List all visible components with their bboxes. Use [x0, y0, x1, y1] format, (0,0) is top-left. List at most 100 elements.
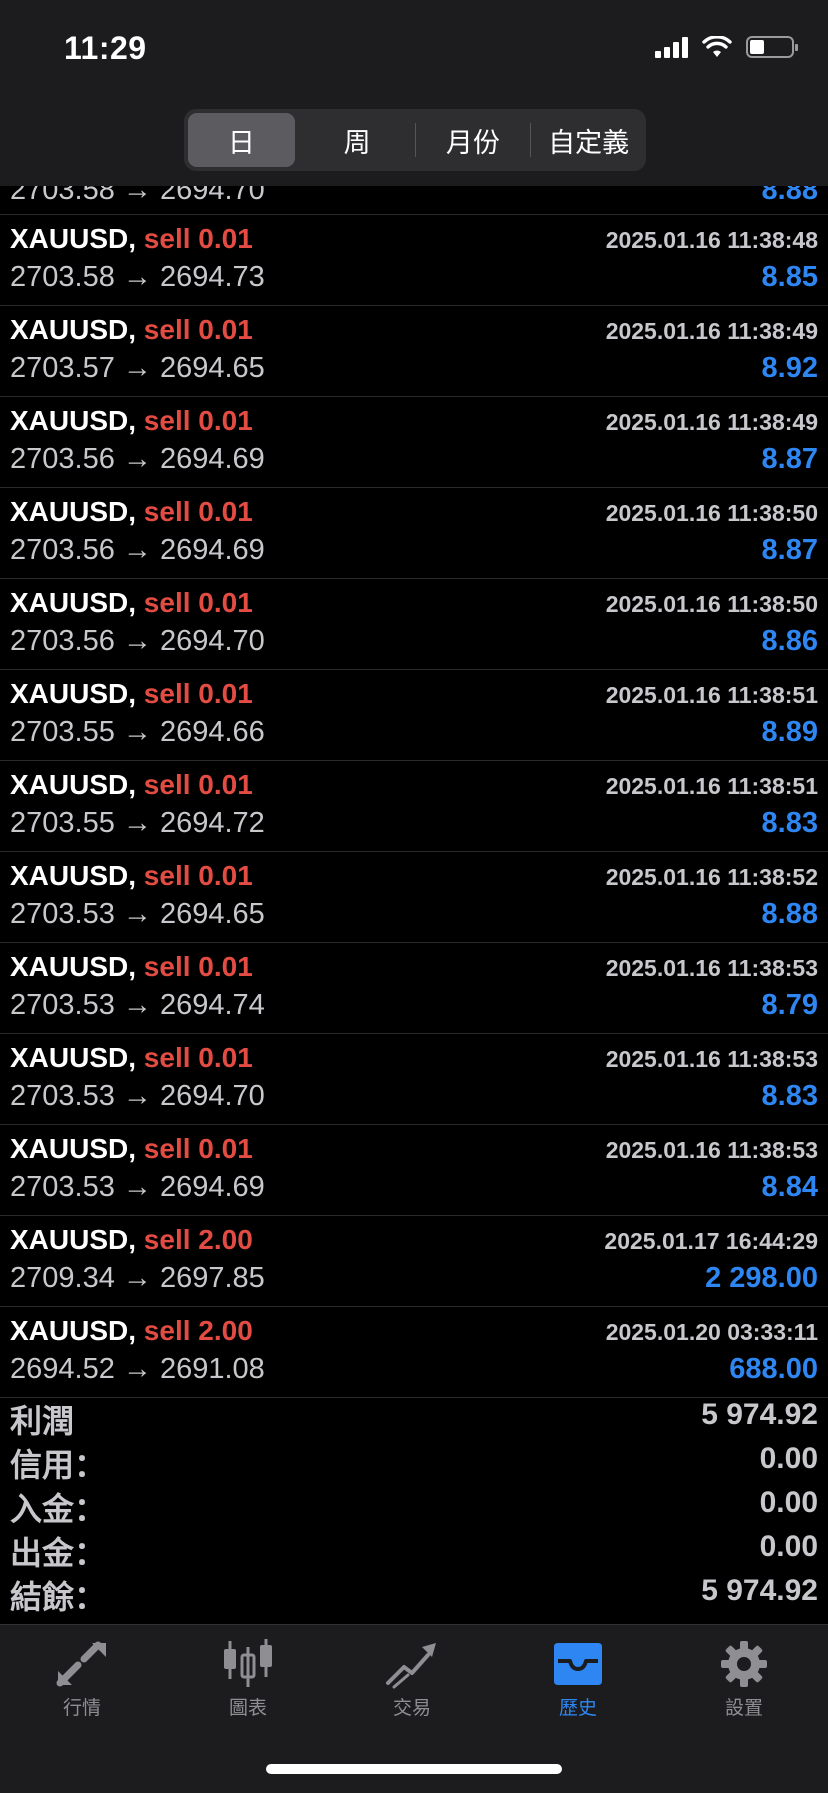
deal-side: sell 0.01	[143, 769, 253, 800]
period-tab-1[interactable]: 周	[304, 113, 411, 167]
quotes-icon	[22, 1639, 142, 1689]
deal-row[interactable]: XAUUSD, sell 0.01 2025.01.16 11:38:53 2703…	[0, 1125, 828, 1216]
deal-symbol: XAUUSD,	[10, 587, 137, 618]
wifi-icon	[702, 36, 732, 57]
deal-title: XAUUSD, sell 0.01	[10, 1042, 253, 1074]
period-segmented-control: 日周月份 自定義	[184, 109, 646, 171]
summary-label: 入金：	[10, 1491, 107, 1527]
tab-settings[interactable]: 設置	[684, 1639, 804, 1720]
tab-history[interactable]: 歷史	[518, 1639, 638, 1720]
summary-value: 5 974.92	[701, 1574, 818, 1607]
deal-prices: 2703.53 → 2694.65	[10, 898, 265, 930]
deal-row[interactable]: XAUUSD, sell 0.01 2025.01.16 11:38:53 2703…	[0, 943, 828, 1034]
deal-time: 2025.01.16 11:38:52	[605, 864, 818, 890]
summary-row: 信用： 0.00	[0, 1438, 828, 1483]
deal-symbol: XAUUSD,	[10, 769, 137, 800]
deal-row[interactable]: XAUUSD, sell 0.01 2025.01.16 11:38:53 2703…	[0, 1034, 828, 1125]
deal-title: XAUUSD, sell 0.01	[10, 405, 253, 437]
deal-title: XAUUSD, sell 0.01	[10, 496, 253, 528]
deal-profit: 8.85	[761, 261, 818, 293]
summary-section: 利潤 5 974.92 信用： 0.00 入金： 0.00 出金： 0.00 結餘： 5 974.…	[0, 1394, 828, 1615]
deal-prices: 2709.34 → 2697.85	[10, 1262, 265, 1294]
deal-side: sell 0.01	[143, 496, 253, 527]
deal-row[interactable]: XAUUSD, sell 0.01 2025.01.16 11:38:51 2703…	[0, 670, 828, 761]
summary-row: 出金： 0.00	[0, 1526, 828, 1571]
deal-time: 2025.01.16 11:38:49	[605, 409, 818, 435]
deal-row[interactable]: XAUUSD, sell 0.01 2025.01.16 11:38:49 2703…	[0, 397, 828, 488]
deal-prices: 2703.53 → 2694.70	[10, 1080, 265, 1112]
deal-prices: 2703.56 → 2694.70	[10, 625, 265, 657]
tab-trade[interactable]: 交易	[352, 1639, 472, 1720]
status-time: 11:29	[64, 30, 147, 66]
deal-row[interactable]: XAUUSD, sell 0.01 2025.01.16 11:38:51 2703…	[0, 761, 828, 852]
deal-prices: 2703.57 → 2694.65	[10, 352, 265, 384]
deal-row[interactable]: XAUUSD, sell 2.00 2025.01.17 16:44:29 2709…	[0, 1216, 828, 1307]
battery-level	[750, 40, 764, 54]
deal-row[interactable]: XAUUSD, sell 0.012703.58 → 2694.708.88	[0, 186, 828, 215]
deal-side: sell 0.01	[143, 314, 253, 345]
deal-symbol: XAUUSD,	[10, 951, 137, 982]
summary-value: 0.00	[759, 1530, 818, 1563]
deal-symbol: XAUUSD,	[10, 1315, 137, 1346]
deal-profit: 8.89	[761, 716, 818, 748]
deal-prices: 2694.52 → 2691.08	[10, 1353, 265, 1385]
deal-row[interactable]: XAUUSD, sell 0.01 2025.01.16 11:38:52 2703…	[0, 852, 828, 943]
deal-profit: 8.88	[761, 898, 818, 930]
history-icon	[518, 1639, 638, 1689]
deal-side: sell 0.01	[143, 223, 253, 254]
deal-prices: 2703.55 → 2694.66	[10, 716, 265, 748]
tab-quotes[interactable]: 行情	[22, 1639, 142, 1720]
deal-profit: 8.84	[761, 1171, 818, 1203]
deal-side: sell 0.01	[143, 860, 253, 891]
deal-symbol: XAUUSD,	[10, 405, 137, 436]
period-tab-0[interactable]: 日	[188, 113, 295, 167]
summary-label: 信用：	[10, 1447, 107, 1483]
deal-profit: 8.88	[761, 186, 818, 206]
deal-time: 2025.01.20 03:33:11	[605, 1319, 818, 1345]
deal-title: XAUUSD, sell 0.01	[10, 951, 253, 983]
summary-value: 0.00	[759, 1486, 818, 1519]
summary-value: 0.00	[759, 1442, 818, 1475]
deal-symbol: XAUUSD,	[10, 496, 137, 527]
deal-prices: 2703.55 → 2694.72	[10, 807, 265, 839]
deal-profit: 8.83	[761, 1080, 818, 1112]
deal-prices: 2703.58 → 2694.70	[10, 186, 265, 206]
deal-time: 2025.01.16 11:38:49	[605, 318, 818, 344]
period-tab-2[interactable]: 月份	[420, 113, 527, 167]
deal-row[interactable]: XAUUSD, sell 2.00 2025.01.20 03:33:11 2694…	[0, 1307, 828, 1398]
deal-profit: 8.86	[761, 625, 818, 657]
summary-row: 結餘： 5 974.92	[0, 1570, 828, 1615]
deal-row[interactable]: XAUUSD, sell 0.01 2025.01.16 11:38:50 2703…	[0, 488, 828, 579]
deal-time: 2025.01.17 16:44:29	[604, 1228, 818, 1254]
deal-time: 2025.01.16 11:38:53	[605, 1137, 818, 1163]
deal-symbol: XAUUSD,	[10, 1224, 137, 1255]
deal-symbol: XAUUSD,	[10, 860, 137, 891]
deal-title: XAUUSD, sell 2.00	[10, 1315, 253, 1347]
deal-title: XAUUSD, sell 0.01	[10, 769, 253, 801]
tab-label: 交易	[392, 1698, 431, 1719]
deal-time: 2025.01.16 11:38:48	[605, 227, 818, 253]
deal-side: sell 0.01	[143, 1042, 253, 1073]
deal-profit: 2 298.00	[705, 1262, 818, 1294]
deal-title: XAUUSD, sell 0.01	[10, 860, 253, 892]
deal-row[interactable]: XAUUSD, sell 0.01 2025.01.16 11:38:48 2703…	[0, 215, 828, 306]
period-tab-3[interactable]: 自定義	[535, 113, 642, 167]
deal-profit: 8.87	[761, 534, 818, 566]
deal-prices: 2703.53 → 2694.69	[10, 1171, 265, 1203]
tab-label: 行情	[62, 1698, 101, 1719]
trade-icon	[352, 1639, 472, 1689]
deal-title: XAUUSD, sell 0.01	[10, 587, 253, 619]
deal-title: XAUUSD, sell 2.00	[10, 1224, 253, 1256]
deal-profit: 8.87	[761, 443, 818, 475]
deal-time: 2025.01.16 11:38:51	[605, 773, 818, 799]
deal-row[interactable]: XAUUSD, sell 0.01 2025.01.16 11:38:49 2703…	[0, 306, 828, 397]
period-selector-bar: 日周月份 自定義	[0, 100, 828, 186]
summary-label: 結餘：	[10, 1579, 107, 1615]
tab-chart[interactable]: 圖表	[188, 1639, 308, 1720]
deal-row[interactable]: XAUUSD, sell 0.01 2025.01.16 11:38:50 2703…	[0, 579, 828, 670]
deal-side: sell 2.00	[143, 1315, 253, 1346]
deal-history-list: XAUUSD, sell 0.012703.58 → 2694.708.88XA…	[0, 186, 828, 1398]
tab-label: 設置	[724, 1698, 763, 1719]
deal-profit: 8.92	[761, 352, 818, 384]
deal-side: sell 0.01	[143, 951, 253, 982]
